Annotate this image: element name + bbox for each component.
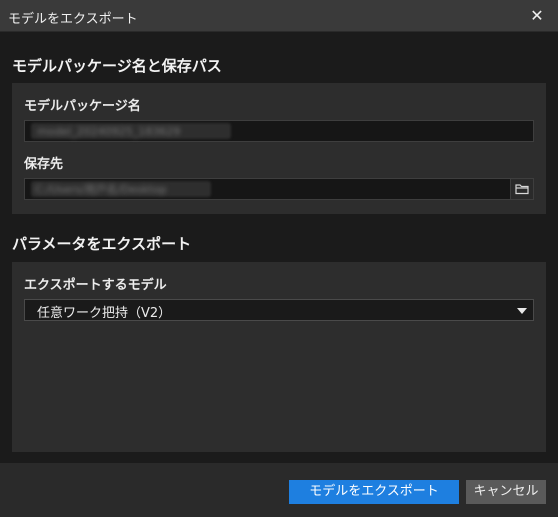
package-name-field[interactable]: model_20240925_183629 bbox=[24, 120, 534, 142]
package-name-label: モデルパッケージ名 bbox=[24, 99, 141, 114]
cancel-button[interactable]: キャンセル bbox=[466, 480, 546, 504]
package-panel: モデルパッケージ名 model_20240925_183629 保存先 C:/U… bbox=[12, 83, 546, 214]
package-name-value: model_20240925_183629 bbox=[37, 125, 181, 138]
section-heading-params: パラメータをエクスポート bbox=[12, 235, 192, 253]
model-select-value: 任意ワーク把持（V2） bbox=[37, 306, 172, 321]
browse-folder-button[interactable] bbox=[510, 179, 533, 199]
params-panel: エクスポートするモデル 任意ワーク把持（V2） bbox=[12, 262, 546, 452]
dialog-titlebar: モデルをエクスポート ✕ bbox=[0, 0, 558, 32]
folder-icon bbox=[515, 184, 529, 195]
section-heading-package: モデルパッケージ名と保存パス bbox=[12, 57, 222, 75]
dialog-footer: モデルをエクスポート キャンセル bbox=[0, 463, 558, 517]
export-model-button[interactable]: モデルをエクスポート bbox=[289, 480, 459, 504]
save-path-field[interactable]: C:/Users/用戸名/Desktop bbox=[24, 178, 534, 200]
save-to-label: 保存先 bbox=[24, 157, 64, 172]
dialog-title: モデルをエクスポート bbox=[8, 12, 138, 27]
model-select[interactable]: 任意ワーク把持（V2） bbox=[24, 299, 534, 321]
export-model-label: エクスポートするモデル bbox=[24, 278, 167, 293]
chevron-down-icon bbox=[517, 308, 527, 314]
save-path-value: C:/Users/用戸名/Desktop bbox=[35, 183, 167, 196]
close-icon[interactable]: ✕ bbox=[526, 5, 548, 27]
